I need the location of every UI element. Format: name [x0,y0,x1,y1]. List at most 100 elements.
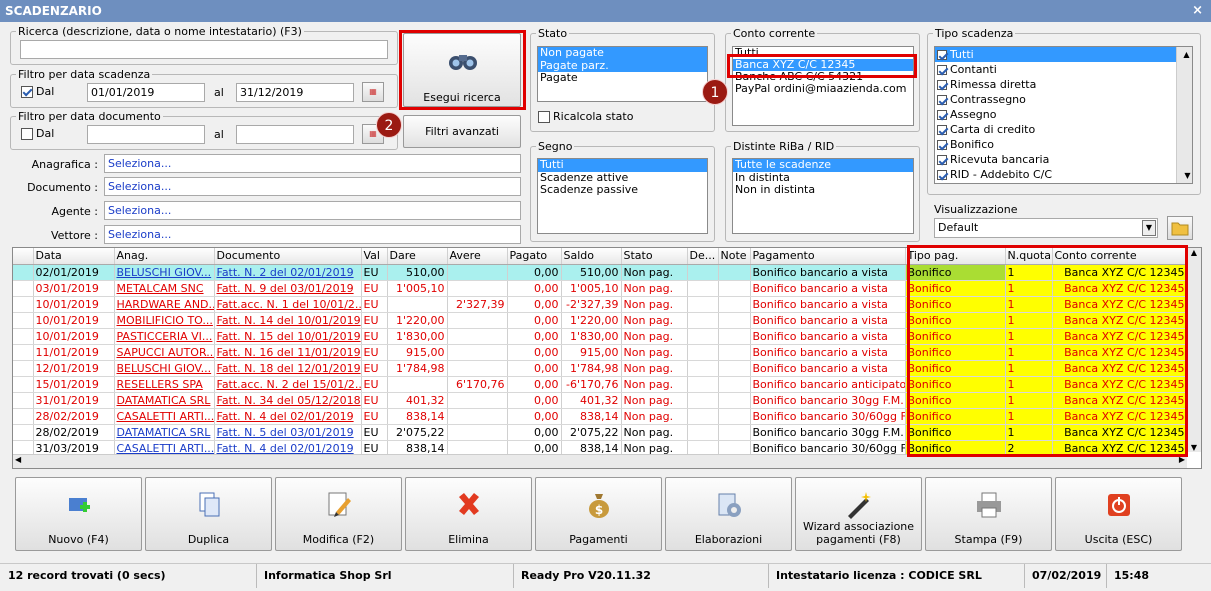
table-cell[interactable]: 10/01/2019 [33,312,115,329]
stato-list[interactable]: Non pagate Pagate parz. Pagate [537,46,708,102]
table-cell[interactable]: Bonifico bancario 30gg F.M. [750,424,906,441]
table-cell[interactable]: 915,00 [387,344,448,361]
column-header[interactable]: Pagamento [750,248,906,265]
table-cell[interactable]: 0,00 [507,344,562,361]
table-cell[interactable] [718,376,751,393]
table-cell[interactable] [387,376,448,393]
table-cell[interactable]: EU [361,408,388,425]
table-cell[interactable]: 0,00 [507,312,562,329]
table-cell[interactable] [687,392,719,409]
table-cell[interactable]: 2'327,39 [447,296,508,313]
list-item[interactable]: Tutti [538,159,707,172]
column-header[interactable]: De... [687,248,719,265]
checkbox-checked-icon[interactable] [937,140,947,150]
table-cell[interactable]: 838,14 [387,408,448,425]
table-cell[interactable] [687,424,719,441]
filter-documento-checkbox[interactable]: Dal [21,127,54,140]
list-item[interactable]: Pagate [538,71,707,85]
list-item[interactable]: Scadenze passive [538,183,707,197]
table-cell[interactable]: 0,00 [507,328,562,345]
toolbar-button[interactable]: Elaborazioni [665,477,792,551]
table-cell[interactable]: 10/01/2019 [33,296,115,313]
checkbox-checked-icon[interactable] [937,170,947,180]
table-cell[interactable]: 1'220,00 [561,312,622,329]
toolbar-button[interactable]: Wizard associazione pagamenti (F8) [795,477,922,551]
table-cell[interactable]: Fatt. N. 34 del 05/12/2018 [214,392,362,409]
table-cell[interactable]: 401,32 [561,392,622,409]
row-selector[interactable] [13,328,34,345]
column-header[interactable]: Data [33,248,115,265]
table-cell[interactable]: Non pag. [621,344,688,361]
checkbox-checked-icon[interactable] [937,50,947,60]
column-header[interactable]: Stato [621,248,688,265]
calendar-icon[interactable]: ▦ [362,82,384,102]
table-cell[interactable]: METALCAM SNC [114,280,215,297]
table-cell[interactable]: PASTICCERIA VI... [114,328,215,345]
table-cell[interactable]: Non pag. [621,392,688,409]
table-cell[interactable]: 838,14 [561,408,622,425]
table-cell[interactable]: Fatt. N. 15 del 10/01/2019 [214,328,362,345]
table-cell[interactable] [687,408,719,425]
checkbox-checked-icon[interactable] [937,125,947,135]
list-item[interactable]: Non pagate [538,47,707,60]
table-cell[interactable]: Non pag. [621,312,688,329]
table-cell[interactable]: 03/01/2019 [33,280,115,297]
table-cell[interactable]: 0,00 [507,360,562,377]
table-cell[interactable]: 0,00 [507,376,562,393]
table-cell[interactable]: -6'170,76 [561,376,622,393]
documento-to-input[interactable] [236,125,354,144]
table-cell[interactable]: SAPUCCI AUTOR... [114,344,215,361]
table-cell[interactable] [718,408,751,425]
table-cell[interactable]: 28/02/2019 [33,408,115,425]
row-selector[interactable] [13,280,34,297]
documento-select[interactable]: Seleziona... [104,177,521,196]
filter-scadenza-checkbox[interactable]: Dal [21,85,54,98]
list-item[interactable]: Carta di credito [935,122,1192,137]
table-cell[interactable] [447,312,508,329]
vertical-scrollbar[interactable]: ▲ ▼ [1186,248,1201,452]
table-cell[interactable]: -2'327,39 [561,296,622,313]
table-cell[interactable]: 0,00 [507,424,562,441]
checkbox-unchecked-icon[interactable] [538,111,550,123]
table-cell[interactable] [718,264,751,281]
table-cell[interactable]: 510,00 [561,264,622,281]
table-cell[interactable]: Bonifico bancario a vista [750,280,906,297]
table-cell[interactable] [687,312,719,329]
checkbox-checked-icon[interactable] [937,80,947,90]
table-cell[interactable]: 10/01/2019 [33,328,115,345]
table-cell[interactable]: Fatt.acc. N. 2 del 15/01/2... [214,376,362,393]
table-cell[interactable]: Bonifico bancario 30/60gg F.M. [750,408,906,425]
table-cell[interactable]: Bonifico bancario a vista [750,344,906,361]
table-cell[interactable]: EU [361,296,388,313]
table-cell[interactable]: EU [361,344,388,361]
table-cell[interactable]: 1'005,10 [387,280,448,297]
list-item[interactable]: Rimessa diretta [935,77,1192,92]
table-cell[interactable] [718,328,751,345]
close-icon[interactable]: × [1192,0,1203,22]
scadenza-to-input[interactable]: 31/12/2019 [236,83,354,102]
table-cell[interactable]: MOBILIFICIO TO... [114,312,215,329]
table-cell[interactable]: Non pag. [621,264,688,281]
table-cell[interactable] [718,360,751,377]
table-cell[interactable] [687,360,719,377]
checkbox-checked-icon[interactable] [937,155,947,165]
tipo-list[interactable]: Tutti Contanti Rimessa diretta Contrasse… [934,46,1193,184]
search-input[interactable] [20,40,388,59]
table-cell[interactable] [718,392,751,409]
table-cell[interactable] [387,296,448,313]
row-selector[interactable] [13,264,34,281]
table-cell[interactable]: Bonifico bancario anticipato [750,376,906,393]
vettore-select[interactable]: Seleziona... [104,225,521,244]
table-cell[interactable]: Non pag. [621,408,688,425]
table-cell[interactable] [687,280,719,297]
table-cell[interactable]: EU [361,360,388,377]
table-cell[interactable]: 2'075,22 [561,424,622,441]
table-cell[interactable]: EU [361,328,388,345]
table-cell[interactable]: 11/01/2019 [33,344,115,361]
table-cell[interactable]: 0,00 [507,280,562,297]
table-cell[interactable]: 0,00 [507,392,562,409]
table-cell[interactable] [447,408,508,425]
table-cell[interactable]: EU [361,424,388,441]
table-cell[interactable]: HARDWARE AND... [114,296,215,313]
table-cell[interactable] [687,296,719,313]
